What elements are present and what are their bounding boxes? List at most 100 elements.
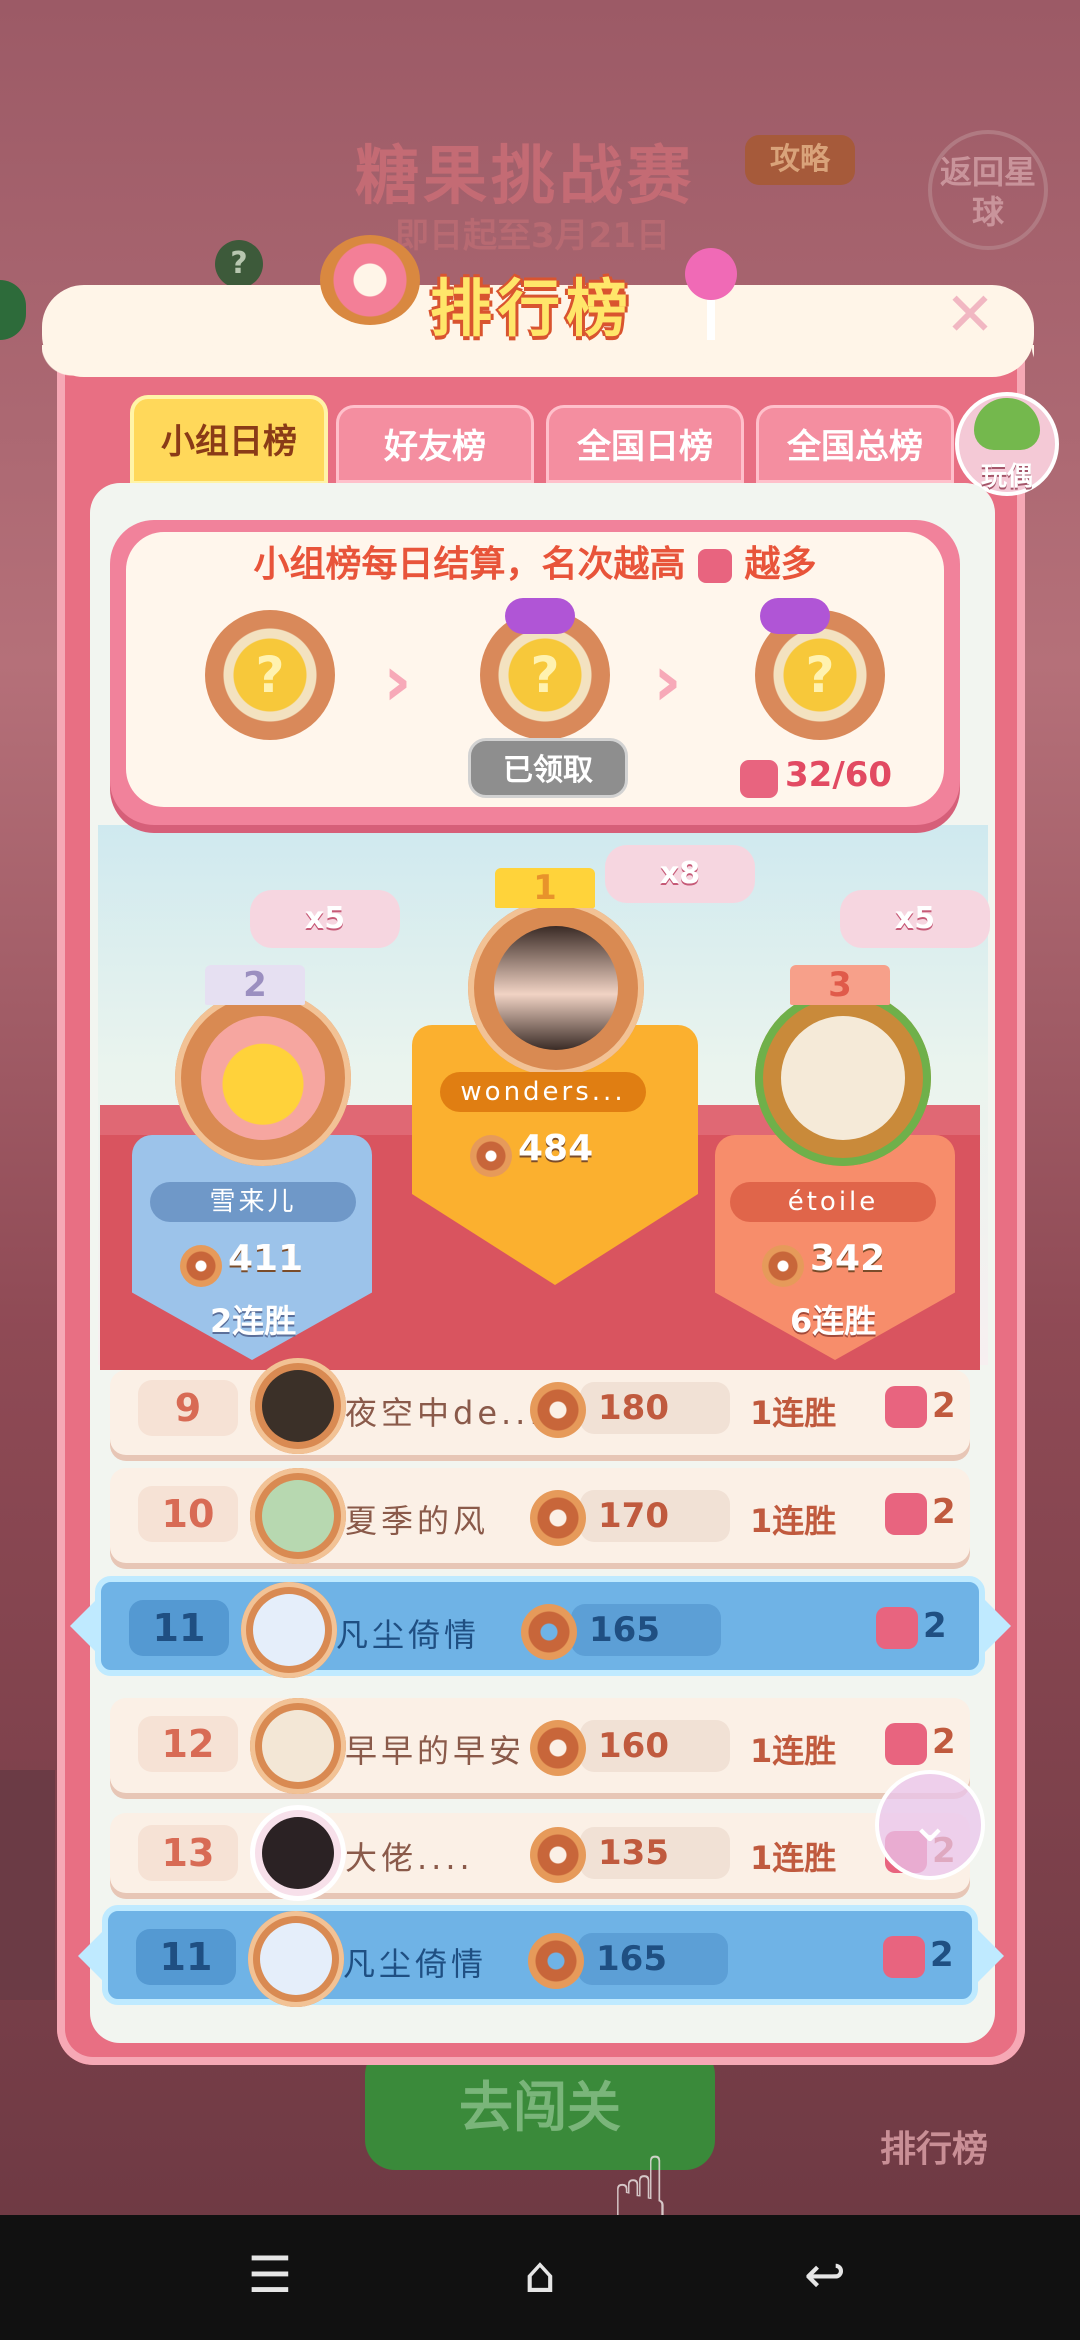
- avatar: [262, 1817, 334, 1889]
- second-place-name: 雪来儿: [150, 1182, 356, 1222]
- reward-tier-1-icon[interactable]: ?: [205, 610, 335, 740]
- donut-icon: [530, 1382, 586, 1438]
- row-avatar: [250, 1698, 346, 1794]
- row-streak: 1连胜: [750, 1502, 837, 1540]
- avatar: [781, 1016, 905, 1140]
- third-place-crown: 3: [790, 965, 890, 1005]
- panel-title: 排行榜: [430, 272, 635, 345]
- second-place-bonus-value: x5: [304, 901, 346, 936]
- table-row[interactable]: 10 夏季的风 170 1连胜 2: [110, 1468, 970, 1564]
- avatar: [262, 1480, 334, 1552]
- second-place-streak: 2连胜: [210, 1302, 297, 1340]
- table-row-current-user[interactable]: 11 凡尘倚情 165 2: [95, 1576, 985, 1678]
- avatar: [494, 926, 618, 1050]
- row-rank: 13: [138, 1825, 238, 1881]
- ranking-shortcut-label[interactable]: 排行榜: [880, 2120, 988, 2172]
- tab-group-daily[interactable]: 小组日榜: [130, 395, 328, 485]
- second-place-crown: 2: [205, 965, 305, 1005]
- second-place-score: 411: [228, 1238, 304, 1279]
- puzzle-piece-icon: [698, 549, 732, 583]
- row-name: 凡尘倚情: [343, 1945, 488, 1983]
- claimed-button[interactable]: 已领取: [468, 738, 628, 798]
- tab-national-daily[interactable]: 全国日榜: [546, 405, 744, 483]
- second-place-avatar[interactable]: [175, 990, 351, 1166]
- second-place-score-box: 411: [180, 1238, 303, 1287]
- chevron-right-icon: ›: [653, 640, 682, 722]
- avatar: [262, 1370, 334, 1442]
- row-avatar: [250, 1358, 346, 1454]
- first-place-score: 484: [518, 1128, 594, 1169]
- puzzle-piece-icon: [885, 1723, 927, 1765]
- side-panel: [0, 1770, 55, 2000]
- help-icon[interactable]: ?: [215, 240, 263, 288]
- row-name: 大佬....: [345, 1839, 474, 1877]
- donut-icon: [521, 1604, 577, 1660]
- back-icon[interactable]: ↩: [785, 2245, 865, 2305]
- cream-drip-decoration: [42, 345, 1034, 385]
- bow-decoration-icon: [760, 598, 830, 634]
- avatar: [201, 1016, 325, 1140]
- row-score: 180: [598, 1388, 669, 1428]
- my-rank-row[interactable]: 11 凡尘倚情 165 2: [102, 1905, 978, 2007]
- tab-national-total[interactable]: 全国总榜: [756, 405, 954, 483]
- avatar: [253, 1594, 325, 1666]
- row-rank: 10: [138, 1486, 238, 1542]
- row-streak: 1连胜: [750, 1732, 837, 1770]
- current-user-marker-left: [70, 1600, 96, 1652]
- row-score: 160: [598, 1726, 669, 1766]
- event-title: 糖果挑战赛: [355, 140, 695, 214]
- current-user-marker-right: [985, 1600, 1011, 1652]
- row-streak: 1连胜: [750, 1839, 837, 1877]
- row-avatar: [250, 1468, 346, 1564]
- row-score: 135: [598, 1833, 669, 1873]
- menu-icon[interactable]: ☰: [230, 2245, 310, 2305]
- third-place-bonus: x5: [840, 890, 990, 948]
- row-score: 170: [598, 1496, 669, 1536]
- row-streak: 1连胜: [750, 1394, 837, 1432]
- reward-progress: 32/60: [785, 755, 893, 795]
- row-rank: 11: [136, 1929, 236, 1985]
- row-avatar: [250, 1805, 346, 1901]
- row-score: 165: [589, 1610, 660, 1650]
- puzzle-piece-icon: [883, 1936, 925, 1978]
- second-place-bonus: x5: [250, 890, 400, 948]
- reward-text-before: 小组榜每日结算，名次越高: [253, 544, 686, 585]
- home-icon[interactable]: ⌂: [500, 2245, 580, 2305]
- bow-decoration-icon: [505, 598, 575, 634]
- first-place-avatar[interactable]: [468, 900, 644, 1076]
- back-to-planet-button[interactable]: 返回星球: [928, 130, 1048, 250]
- row-reward-count: 2: [932, 1386, 956, 1426]
- puzzle-piece-icon: [740, 760, 778, 798]
- row-rank: 11: [129, 1600, 229, 1656]
- row-avatar: [241, 1582, 337, 1678]
- row-name: 夏季的风: [345, 1502, 490, 1540]
- table-row[interactable]: 9 夜空中de... 180 1连胜 2: [110, 1358, 970, 1455]
- third-place-score-box: 342: [762, 1238, 885, 1287]
- row-rank: 9: [138, 1380, 238, 1436]
- puzzle-piece-icon: [876, 1607, 918, 1649]
- chevron-down-icon[interactable]: ⌄: [875, 1770, 985, 1880]
- table-row[interactable]: 13 大佬.... 135 1连胜 2: [110, 1805, 970, 1901]
- third-place-bonus-value: x5: [894, 901, 936, 936]
- tab-friends[interactable]: 好友榜: [336, 405, 534, 483]
- close-icon[interactable]: ✕: [940, 285, 1000, 345]
- row-rank: 12: [138, 1716, 238, 1772]
- donut-icon: [530, 1490, 586, 1546]
- donut-icon: [528, 1933, 584, 1989]
- lollipop-stick: [707, 300, 715, 340]
- donut-icon: [762, 1244, 804, 1287]
- guide-button[interactable]: 攻略: [745, 135, 855, 185]
- first-place-name: wonders...: [440, 1072, 646, 1112]
- third-place-score: 342: [810, 1238, 886, 1279]
- table-row[interactable]: 12 早早的早安 160 1连胜 2: [110, 1698, 970, 1794]
- row-name: 夜空中de...: [345, 1394, 544, 1432]
- row-score: 165: [596, 1939, 667, 1979]
- first-place-score-box: 484: [470, 1128, 593, 1177]
- event-subtitle: 即日起至3月21日: [395, 216, 670, 256]
- third-place-avatar[interactable]: [755, 990, 931, 1166]
- avatar: [262, 1710, 334, 1782]
- donut-decoration-icon: [320, 235, 420, 325]
- row-reward-count: 2: [923, 1606, 947, 1646]
- puzzle-piece-icon: [885, 1493, 927, 1535]
- row-reward-count: 2: [930, 1935, 954, 1975]
